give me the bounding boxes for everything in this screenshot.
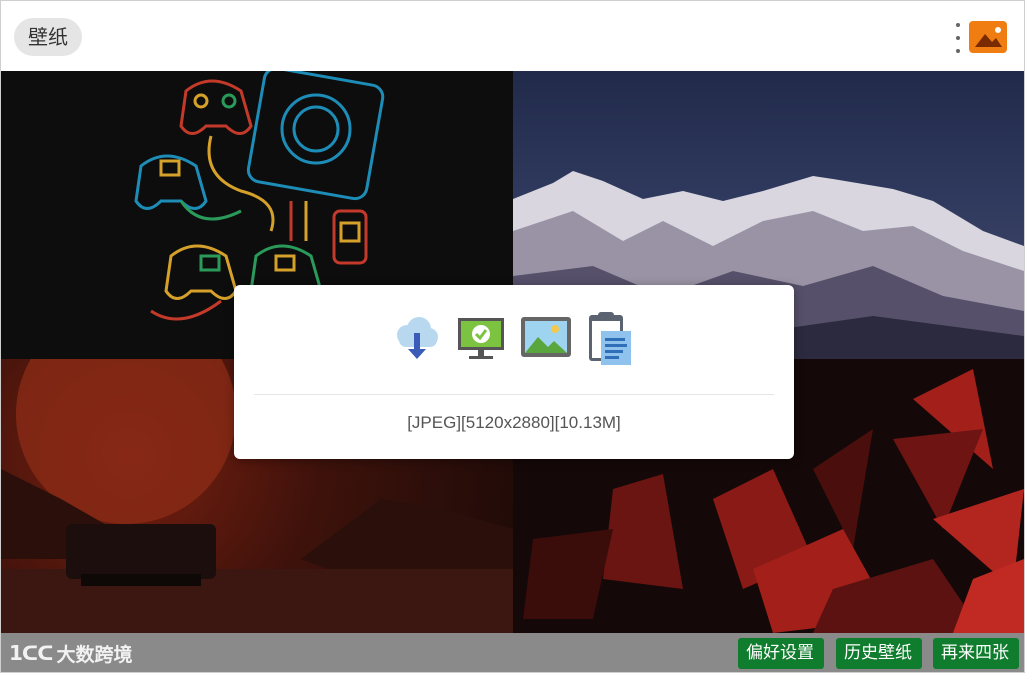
footer-bar: 1ᑕᑕ 大数跨境 偏好设置 历史壁纸 再来四张	[1, 633, 1024, 672]
logo-text: 大数跨境	[56, 643, 133, 666]
dialog-action-bar	[234, 311, 794, 367]
image-app-icon[interactable]	[969, 21, 1007, 53]
title-bar: 壁纸	[1, 1, 1024, 71]
kebab-menu-icon[interactable]	[952, 23, 964, 53]
dialog-divider	[254, 394, 774, 395]
clipboard-icon[interactable]	[583, 311, 639, 367]
app-title: 壁纸	[14, 18, 82, 56]
preferences-button[interactable]: 偏好设置	[738, 638, 824, 669]
image-info-text: [JPEG][5120x2880][10.13M]	[407, 413, 621, 432]
wallpaper-action-dialog: [JPEG][5120x2880][10.13M]	[234, 285, 794, 459]
logo-mark: 1ᑕᑕ	[9, 641, 54, 665]
history-wallpaper-button[interactable]: 历史壁纸	[836, 638, 922, 669]
refresh-four-button[interactable]: 再来四张	[933, 638, 1019, 669]
image-icon[interactable]	[518, 311, 574, 367]
brand-logo: 1ᑕᑕ 大数跨境	[9, 639, 133, 667]
set-desktop-icon[interactable]	[453, 311, 509, 367]
cloud-download-icon[interactable]	[387, 311, 443, 367]
